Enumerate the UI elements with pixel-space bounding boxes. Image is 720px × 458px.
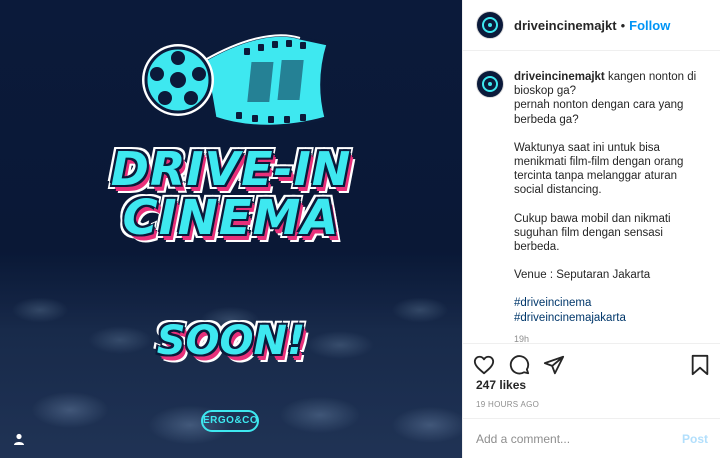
follow-button[interactable]: Follow <box>629 18 670 33</box>
post-header: driveincinemajkt • Follow <box>463 0 720 51</box>
avatar[interactable] <box>476 11 504 39</box>
post-comment-button[interactable]: Post <box>682 432 708 446</box>
person-icon[interactable] <box>10 430 28 448</box>
comment-icon[interactable] <box>506 352 532 378</box>
post-image[interactable]: DRIVE-IN CINEMA SOON! ERGO&CO <box>0 0 462 458</box>
post-timestamp[interactable]: 19 HOURS AGO <box>476 400 539 409</box>
likes-count[interactable]: 247 likes <box>476 378 526 392</box>
caption-avatar[interactable] <box>476 70 504 98</box>
caption-venue: Venue : Seputaran Jakarta <box>514 269 651 282</box>
caption-paragraph: Cukup bawa mobil dan nikmati suguhan fil… <box>514 212 671 254</box>
title-drive-in: DRIVE-IN <box>110 142 352 196</box>
soon-text: SOON! <box>156 318 306 364</box>
bookmark-icon[interactable] <box>687 352 713 378</box>
film-strip-icon <box>203 33 330 128</box>
brand-logo: ERGO&CO <box>201 410 259 432</box>
header-separator: • <box>620 17 626 33</box>
caption-text: driveincinemajkt kangen nonton di biosko… <box>514 70 708 342</box>
comments-section[interactable]: driveincinemajkt kangen nonton di biosko… <box>463 52 720 342</box>
comment-bar: Post <box>463 418 720 458</box>
paper-plane-icon[interactable] <box>541 352 567 378</box>
caption-line: pernah nonton dengan cara yang berbeda g… <box>514 99 684 126</box>
comment-input[interactable] <box>476 431 682 446</box>
hashtag-link[interactable]: #driveincinema <box>514 296 708 310</box>
caption-paragraph: Waktunya saat ini untuk bisa menikmati f… <box>514 141 684 197</box>
film-reel-icon <box>142 44 214 116</box>
hashtag-link[interactable]: #driveincinemajakarta <box>514 311 708 325</box>
header-username[interactable]: driveincinemajkt <box>514 18 617 33</box>
caption-time: 19h <box>514 333 530 342</box>
title-cinema: CINEMA <box>122 190 340 246</box>
caption-username[interactable]: driveincinemajkt <box>514 71 605 83</box>
action-bar <box>463 343 720 379</box>
heart-icon[interactable] <box>471 352 497 378</box>
post-details-panel: driveincinemajkt • Follow driveincinemaj… <box>462 0 720 458</box>
